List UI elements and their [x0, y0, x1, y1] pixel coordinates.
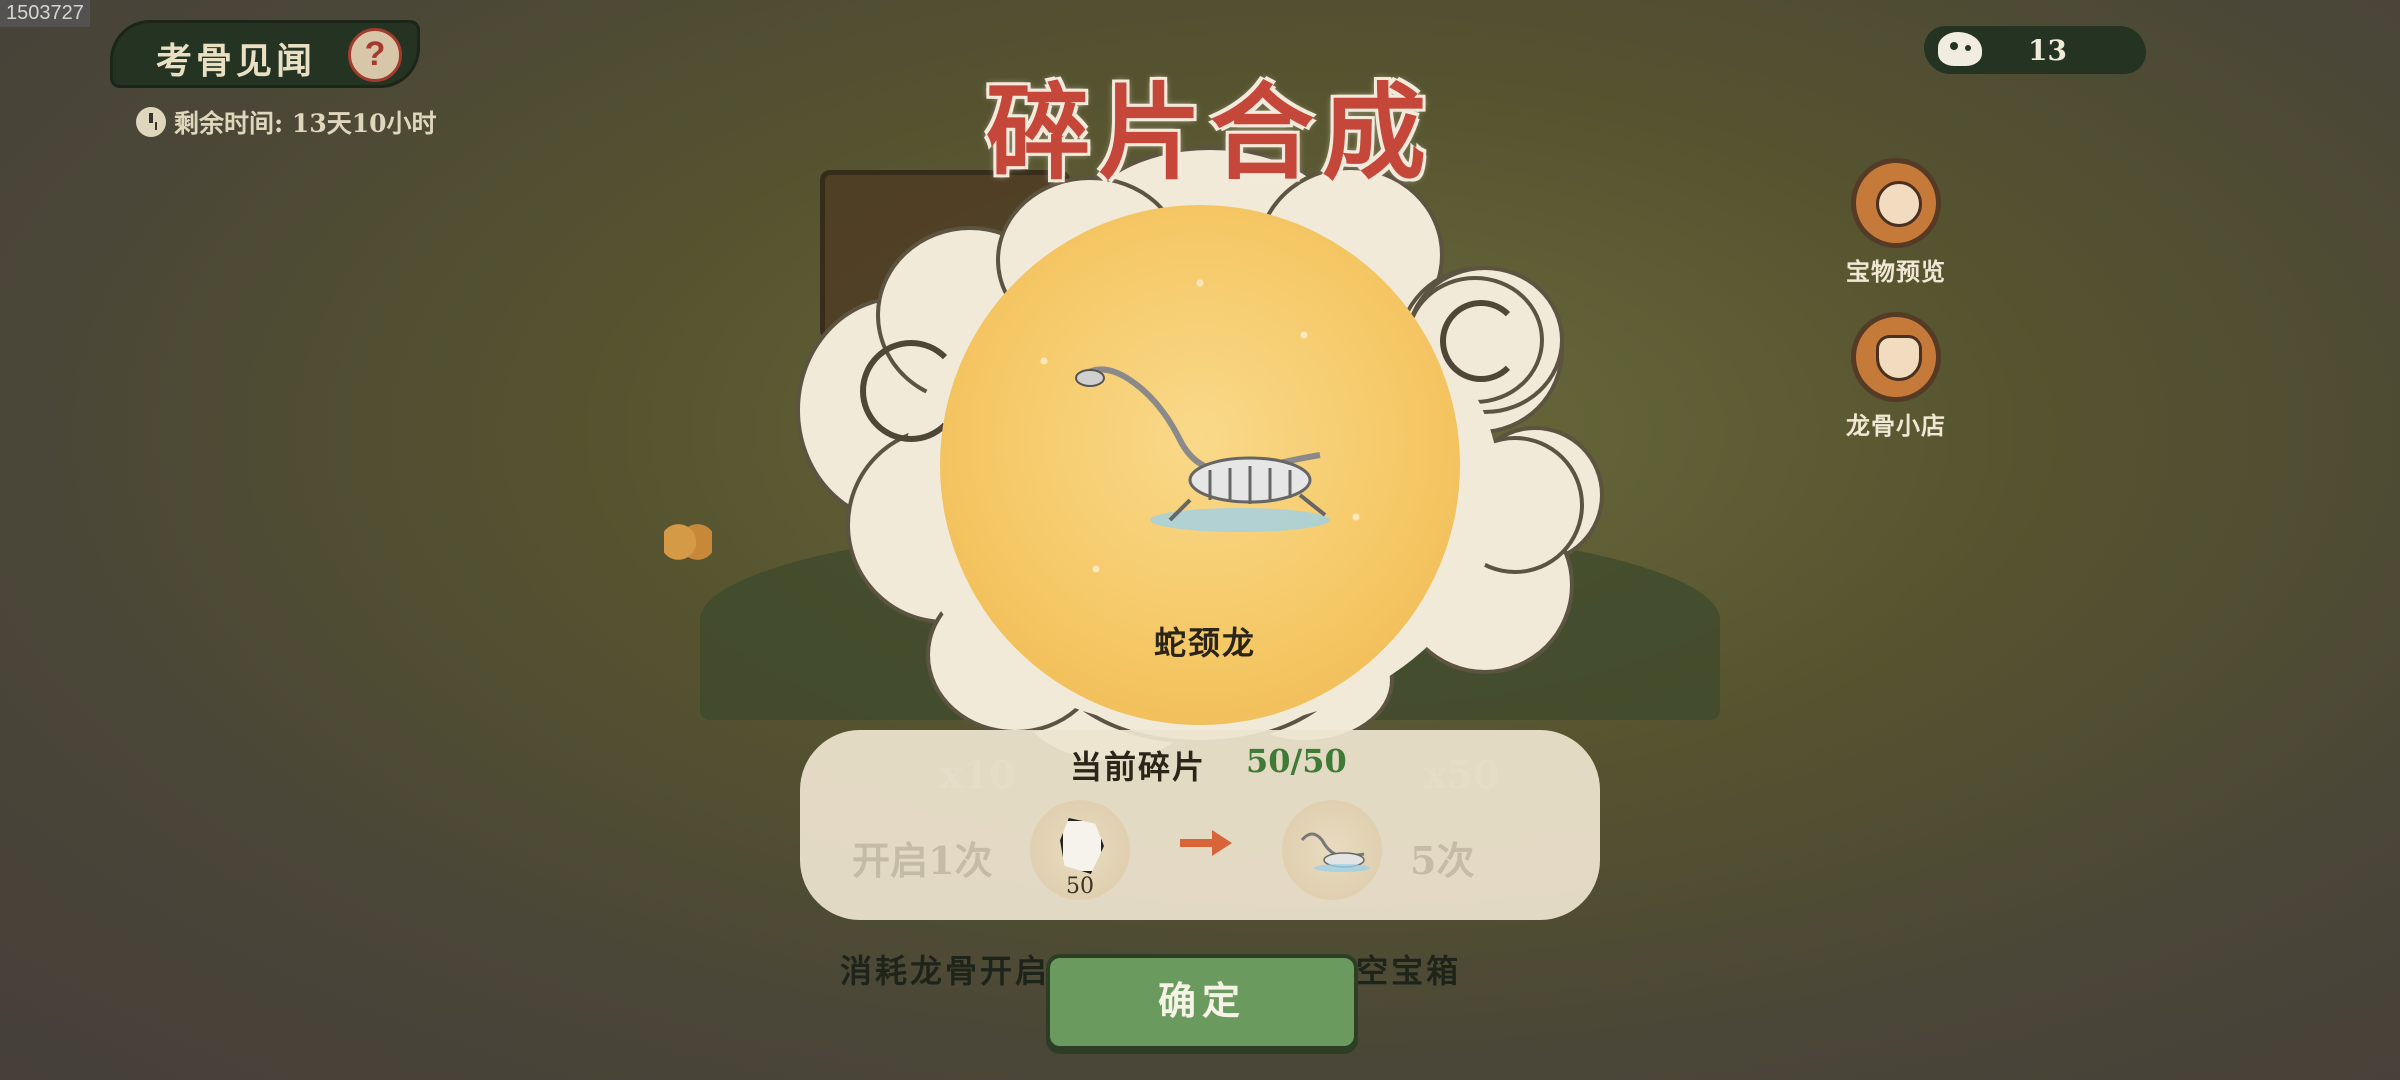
dragon-bone-shop-label: 龙骨小店 — [1846, 411, 1946, 440]
remaining-time-text: 剩余时间: 13天10小时 — [174, 109, 437, 138]
skull-icon — [1938, 32, 1982, 66]
screenshot-id: 1503727 — [0, 0, 90, 27]
dragon-bone-shop-icon — [1851, 312, 1941, 402]
treasure-preview-icon — [1851, 158, 1941, 248]
event-banner[interactable]: 考骨见闻 ? — [110, 20, 420, 88]
plesiosaur-result-icon — [1300, 832, 1370, 872]
fragment-token: 50 — [1030, 800, 1130, 900]
ghost-open-once: 开启1次 — [852, 838, 993, 883]
swirl-right — [1440, 300, 1522, 382]
bone-fragment-icon — [1060, 818, 1104, 874]
clock-icon — [136, 107, 166, 137]
treasure-preview-button[interactable]: 宝物预览 — [1836, 158, 1956, 287]
result-token — [1282, 800, 1382, 900]
fragment-cost: 50 — [1066, 874, 1094, 899]
confirm-button[interactable]: 确定 — [1046, 954, 1358, 1050]
currency-value: 13 — [2028, 34, 2067, 67]
dragon-bone-shop-button[interactable]: 龙骨小店 — [1836, 312, 1956, 441]
hint-text-left: 消耗龙骨开启 — [840, 952, 1051, 990]
butterfly-icon — [664, 522, 712, 562]
ghost-open-five: 5次 — [1410, 838, 1475, 883]
current-fragments-value: 50/50 — [1246, 742, 1347, 780]
event-title: 考骨见闻 — [156, 40, 317, 82]
question-icon[interactable]: ? — [348, 28, 402, 82]
plesiosaur-skeleton-icon — [1075, 366, 1330, 532]
remaining-time: 剩余时间: 13天10小时 — [136, 104, 437, 140]
dragon-bone-currency: 13 — [1924, 26, 2146, 74]
arrow-right-icon — [1180, 830, 1232, 856]
current-fragments-label: 当前碎片 — [1070, 748, 1207, 786]
treasure-preview-label: 宝物预览 — [1846, 257, 1946, 286]
dialog-title: 碎片合成 — [985, 71, 1434, 194]
creature-name: 蛇颈龙 — [1153, 624, 1256, 662]
